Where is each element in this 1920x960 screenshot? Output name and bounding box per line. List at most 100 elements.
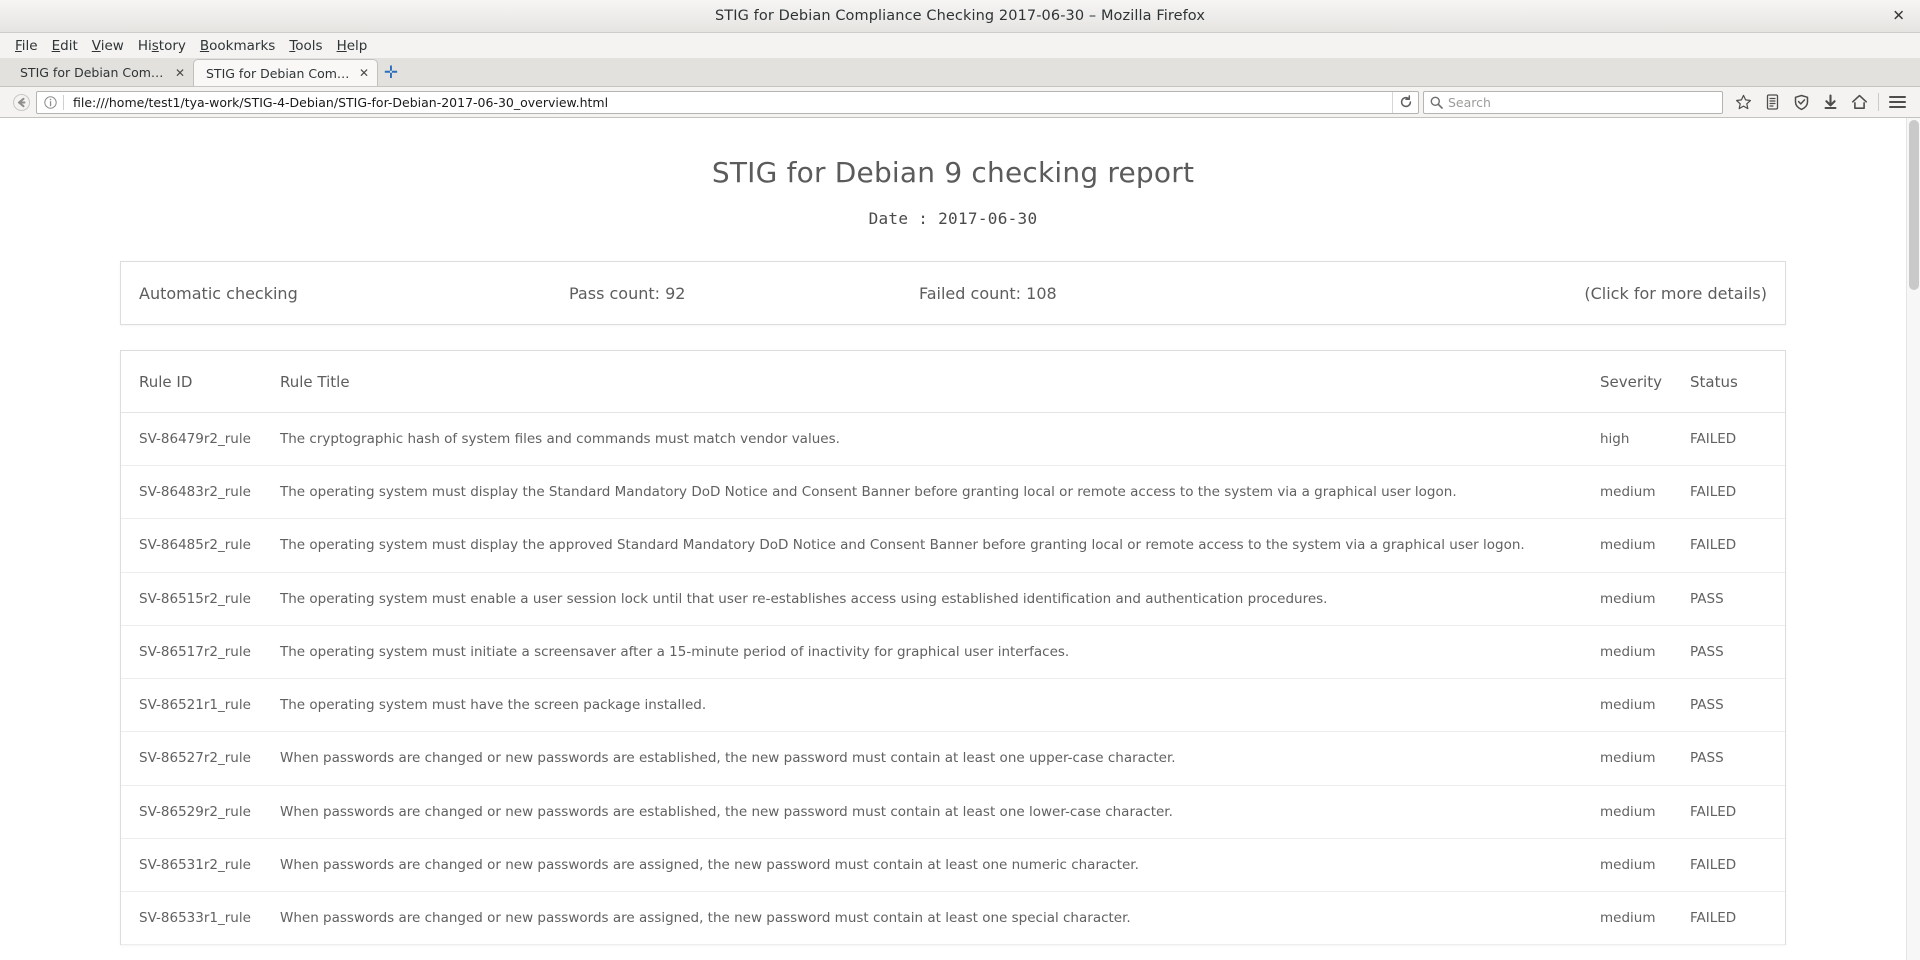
window-close-icon[interactable]: ✕: [1887, 7, 1910, 26]
browser-tab-1[interactable]: STIG for Debian Complia... ✕: [8, 59, 193, 86]
shield-icon[interactable]: [1787, 89, 1816, 115]
cell-severity: medium: [1600, 465, 1690, 520]
table-row[interactable]: SV-86533r1_rule When passwords are change…: [121, 891, 1785, 946]
menu-item-edit[interactable]: Edit: [45, 36, 85, 56]
cell-rule-id: SV-86527r2_rule: [121, 731, 276, 786]
table-row[interactable]: SV-86521r1_rule The operating system must…: [121, 678, 1785, 733]
menu-item-bookmarks[interactable]: Bookmarks: [193, 36, 282, 56]
page-title: STIG for Debian 9 checking report: [711, 156, 1195, 189]
cell-rule-title: When passwords are changed or new passwo…: [276, 731, 1600, 786]
cell-status: FAILED: [1690, 412, 1785, 467]
cell-severity: medium: [1600, 625, 1690, 680]
cell-rule-title: The operating system must enable a user …: [276, 572, 1600, 626]
cell-status: FAILED: [1690, 785, 1785, 839]
cell-status: PASS: [1690, 572, 1785, 626]
menu-item-view[interactable]: View: [85, 36, 131, 56]
cell-severity: medium: [1600, 572, 1690, 626]
page-info-icon[interactable]: [37, 92, 63, 113]
summary-label: Automatic checking: [139, 283, 298, 303]
tab-close-icon[interactable]: ✕: [359, 67, 369, 79]
menu-item-file[interactable]: File: [8, 36, 45, 56]
url-text[interactable]: file:///home/test1/tya-work/STIG-4-Debia…: [64, 95, 1392, 110]
menu-item-history[interactable]: History: [131, 36, 193, 56]
cell-rule-id: SV-86521r1_rule: [121, 678, 276, 733]
search-bar[interactable]: Search: [1423, 90, 1723, 114]
cell-severity: medium: [1600, 838, 1690, 892]
details-hint[interactable]: (Click for more details): [1584, 284, 1767, 303]
cell-rule-title: When passwords are changed or new passwo…: [276, 838, 1600, 892]
cell-rule-title: When passwords are changed or new passwo…: [276, 785, 1600, 839]
header-status: Status: [1690, 351, 1785, 413]
reload-icon[interactable]: [1392, 91, 1418, 113]
summary-panel: Automatic checking Pass count: 92 Failed…: [120, 261, 1786, 325]
reader-library-icon[interactable]: [1758, 89, 1787, 115]
failed-count: Failed count: 108: [919, 283, 1057, 303]
toolbar-icon-group: [1729, 89, 1912, 115]
downloads-icon[interactable]: [1816, 89, 1845, 115]
cell-status: FAILED: [1690, 838, 1785, 892]
report-page: STIG for Debian 9 checking report Date :…: [0, 118, 1906, 960]
home-icon[interactable]: [1845, 89, 1874, 115]
rules-table-head: Rule ID Rule Title Severity Status: [121, 351, 1785, 413]
table-row[interactable]: SV-86527r2_rule When passwords are change…: [121, 731, 1785, 786]
cell-severity: medium: [1600, 678, 1690, 733]
cell-rule-title: The operating system must display the St…: [276, 465, 1600, 520]
toolbar-divider: [1878, 93, 1879, 111]
page-scrollbar[interactable]: [1906, 118, 1920, 960]
cell-status: PASS: [1690, 678, 1785, 733]
cell-severity: medium: [1600, 891, 1690, 946]
table-row[interactable]: SV-86479r2_rule The cryptographic hash of…: [121, 412, 1785, 467]
cell-rule-id: SV-86483r2_rule: [121, 465, 276, 520]
cell-severity: medium: [1600, 785, 1690, 839]
table-header-row: Rule ID Rule Title Severity Status: [121, 351, 1785, 413]
new-tab-button[interactable]: ✛: [378, 59, 404, 86]
window-titlebar: STIG for Debian Compliance Checking 2017…: [0, 0, 1920, 33]
automatic-checking-summary-row[interactable]: Automatic checking Pass count: 92 Failed…: [121, 262, 1785, 324]
cell-rule-id: SV-86533r1_rule: [121, 891, 276, 946]
report-date: Date : 2017-06-30: [868, 209, 1038, 228]
back-button[interactable]: [8, 89, 34, 115]
cell-rule-id: SV-86531r2_rule: [121, 838, 276, 892]
pass-count: Pass count: 92: [569, 283, 686, 303]
header-rule-id: Rule ID: [121, 351, 276, 413]
table-row[interactable]: SV-86483r2_rule The operating system must…: [121, 465, 1785, 520]
window-title: STIG for Debian Compliance Checking 2017…: [714, 8, 1206, 24]
cell-rule-title: The operating system must have the scree…: [276, 678, 1600, 733]
scrollbar-thumb[interactable]: [1909, 120, 1919, 290]
hamburger-menu-icon[interactable]: [1883, 89, 1912, 115]
tab-label: STIG for Debian Complia...: [206, 65, 351, 81]
cell-rule-id: SV-86515r2_rule: [121, 572, 276, 626]
menu-item-tools[interactable]: Tools: [282, 36, 329, 56]
table-row[interactable]: SV-86515r2_rule The operating system must…: [121, 572, 1785, 626]
url-bar[interactable]: file:///home/test1/tya-work/STIG-4-Debia…: [36, 90, 1419, 114]
cell-status: PASS: [1690, 625, 1785, 680]
rules-table-panel: Rule ID Rule Title Severity Status SV-86…: [120, 350, 1786, 946]
cell-rule-title: The cryptographic hash of system files a…: [276, 412, 1600, 467]
table-row[interactable]: SV-86517r2_rule The operating system must…: [121, 625, 1785, 680]
cell-severity: high: [1600, 412, 1690, 467]
menu-item-help[interactable]: Help: [330, 36, 375, 56]
search-input[interactable]: Search: [1448, 95, 1491, 110]
cell-rule-id: SV-86529r2_rule: [121, 785, 276, 839]
table-row[interactable]: SV-86531r2_rule When passwords are change…: [121, 838, 1785, 892]
tab-label: STIG for Debian Complia...: [20, 65, 167, 80]
cell-rule-id: SV-86479r2_rule: [121, 412, 276, 467]
content-area: STIG for Debian 9 checking report Date :…: [0, 118, 1920, 960]
header-severity: Severity: [1600, 351, 1690, 413]
menu-bar: File Edit View History Bookmarks Tools Help: [0, 33, 1920, 58]
cell-rule-id: SV-86517r2_rule: [121, 625, 276, 680]
navigation-toolbar: file:///home/test1/tya-work/STIG-4-Debia…: [0, 87, 1920, 118]
tab-bar: STIG for Debian Complia...✕STIG for Debi…: [0, 58, 1920, 87]
rules-table: Rule ID Rule Title Severity Status SV-86…: [121, 351, 1785, 946]
cell-rule-title: The operating system must display the ap…: [276, 518, 1600, 573]
cell-status: PASS: [1690, 731, 1785, 786]
cell-rule-title: The operating system must initiate a scr…: [276, 625, 1600, 680]
browser-tab-2[interactable]: STIG for Debian Complia... ✕: [193, 59, 378, 86]
bookmark-star-icon[interactable]: [1729, 89, 1758, 115]
tab-close-icon[interactable]: ✕: [175, 67, 185, 79]
cell-status: FAILED: [1690, 465, 1785, 520]
header-rule-title: Rule Title: [276, 351, 1600, 413]
table-row[interactable]: SV-86529r2_rule When passwords are change…: [121, 785, 1785, 839]
cell-severity: medium: [1600, 518, 1690, 573]
table-row[interactable]: SV-86485r2_rule The operating system must…: [121, 518, 1785, 573]
